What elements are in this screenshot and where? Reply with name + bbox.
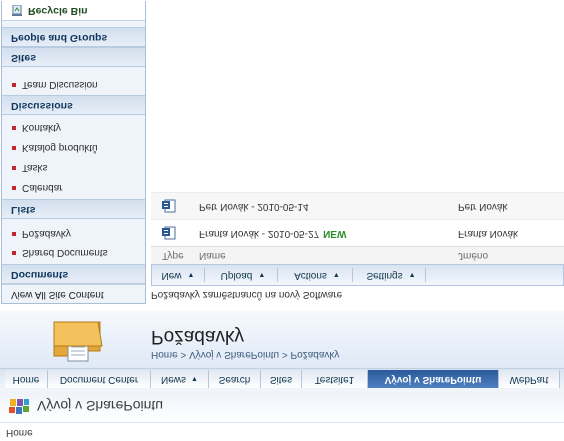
recycle-bin-icon [12,5,22,16]
tab-document-center[interactable]: Document Center [48,370,151,388]
tab-label: Testsite1 [314,374,355,385]
ql-item-label: Požadavky [22,228,71,239]
tab-search[interactable]: Search [209,370,261,388]
tab-home[interactable]: Home [5,370,48,388]
ql-heading-discussions[interactable]: Discussions [2,95,145,115]
top-breadcrumb-home[interactable]: Home [6,427,33,438]
new-menu-button[interactable]: New ▼ [152,268,205,282]
top-breadcrumb: Home [0,422,564,441]
ql-heading-label: People and Groups [11,32,108,44]
view-all-site-content-link[interactable]: View All Site Content [2,284,145,303]
ql-item-pozadavky[interactable]: Požadavky [12,228,71,239]
bullet-icon [12,145,16,150]
row-name-text: Petr Novák - 2010-05-14 [199,201,309,212]
list-toolbar: New ▼ Upload ▼ Actions ▼ Settings ▼ [151,264,564,286]
ql-item-tasks[interactable]: Tasks [12,162,48,173]
dropdown-arrow-icon: ▼ [191,375,198,382]
ql-heading-label: Lists [11,204,36,216]
column-type[interactable]: Type [162,250,184,261]
dropdown-arrow-icon: ▼ [187,271,195,278]
bullet-icon [12,185,16,190]
ql-heading-lists[interactable]: Lists [2,199,145,219]
toolbar-label: Settings [366,270,403,281]
ql-heading-label: Documents [11,269,69,281]
page-breadcrumb[interactable]: Home > Vývoj v SharePointu > Požadavky [151,349,339,360]
global-nav-tabs: Home Document Center News ▼ Search Sites … [0,368,564,391]
ql-heading-label: Discussions [11,100,73,112]
row-creator: Franta Novák [458,228,519,239]
row-creator: Petr Novák [458,201,508,212]
table-row[interactable]: Petr Novák - 2010-05-14 Petr Novák [151,192,564,219]
bullet-icon [12,82,16,87]
document-icon [162,226,176,240]
dropdown-arrow-icon: ▼ [258,271,266,278]
ql-item-label: Tasks [22,162,48,173]
ql-item-label: Team Discussion [22,79,98,90]
toolbar-label: New [161,270,182,281]
tab-label: WebPart [509,374,549,385]
toolbar-label: Upload [220,270,253,281]
tab-label: News [161,374,187,385]
page-header: Home > Vývoj v SharePointu > Požadavky P… [0,311,564,368]
tab-sites[interactable]: Sites [261,370,302,388]
recycle-bin-link[interactable]: Recycle Bin [2,1,145,21]
tab-label: Document Center [59,374,139,385]
tab-label: Home [12,374,40,385]
tab-label: Sites [269,374,293,385]
sharepoint-page: Home Vývoj v SharePointu Home Document C… [0,0,564,441]
ql-item-label: Calendar [22,182,63,193]
column-creator[interactable]: Jméno [458,250,488,261]
ql-item-team-discussion[interactable]: Team Discussion [12,79,98,90]
ql-heading-label: Sites [11,52,37,64]
document-icon [162,199,176,213]
tab-news[interactable]: News ▼ [151,370,209,388]
bullet-icon [12,165,16,170]
ql-item-calendar[interactable]: Calendar [12,182,63,193]
ql-heading-people-and-groups[interactable]: People and Groups [2,27,145,47]
bullet-icon [12,250,16,255]
row-name-text: Franta Novák - 2010-05-27 [199,228,320,239]
upload-menu-button[interactable]: Upload ▼ [209,268,278,282]
tab-label: Search [218,374,251,385]
actions-menu-button[interactable]: Actions ▼ [282,268,353,282]
ql-item-kontakty[interactable]: Kontakty [12,122,61,133]
bullet-icon [12,125,16,130]
ql-heading-documents[interactable]: Documents [2,264,145,284]
recycle-bin-label: Recycle Bin [28,5,88,17]
ql-item-label: Katalog produktů [22,142,98,153]
list-description: Požadavky zaměstnanců na nový Software [151,289,343,300]
ql-heading-sites[interactable]: Sites [2,47,145,67]
bullet-icon [12,231,16,236]
new-badge: NEW [323,228,347,239]
ql-item-katalog-produktu[interactable]: Katalog produktů [12,142,98,153]
dropdown-arrow-icon: ▼ [408,271,416,278]
list-column-headers: Type Name Jméno [151,246,564,264]
dropdown-arrow-icon: ▼ [332,271,340,278]
tab-label: Vývoj v SharePointu [384,374,482,385]
table-row[interactable]: Franta Novák - 2010-05-27 NEW Franta Nová… [151,219,564,246]
site-title-bar: Vývoj v SharePointu [0,390,564,422]
tab-webpart[interactable]: WebPart [499,370,560,388]
tab-testsite1[interactable]: Testsite1 [302,370,368,388]
ql-item-shared-documents[interactable]: Shared Documents [12,247,108,258]
ql-item-label: Shared Documents [22,247,108,258]
column-name[interactable]: Name [199,250,226,261]
row-name-link[interactable]: Petr Novák - 2010-05-14 [199,201,309,212]
row-name-link[interactable]: Franta Novák - 2010-05-27 NEW [199,228,346,239]
toolbar-label: Actions [294,270,327,281]
list-folder-icon [53,321,103,362]
quick-launch: View All Site Content Documents Shared D… [1,1,146,304]
tab-vyvoj-v-sharepointu[interactable]: Vývoj v SharePointu [368,370,499,388]
ql-item-label: Kontakty [22,122,61,133]
sharepoint-logo-icon [9,399,29,414]
view-all-label: View All Site Content [11,289,104,300]
settings-menu-button[interactable]: Settings ▼ [357,268,426,282]
page-title: Požadavky [151,326,244,347]
site-title[interactable]: Vývoj v SharePointu [37,398,163,414]
